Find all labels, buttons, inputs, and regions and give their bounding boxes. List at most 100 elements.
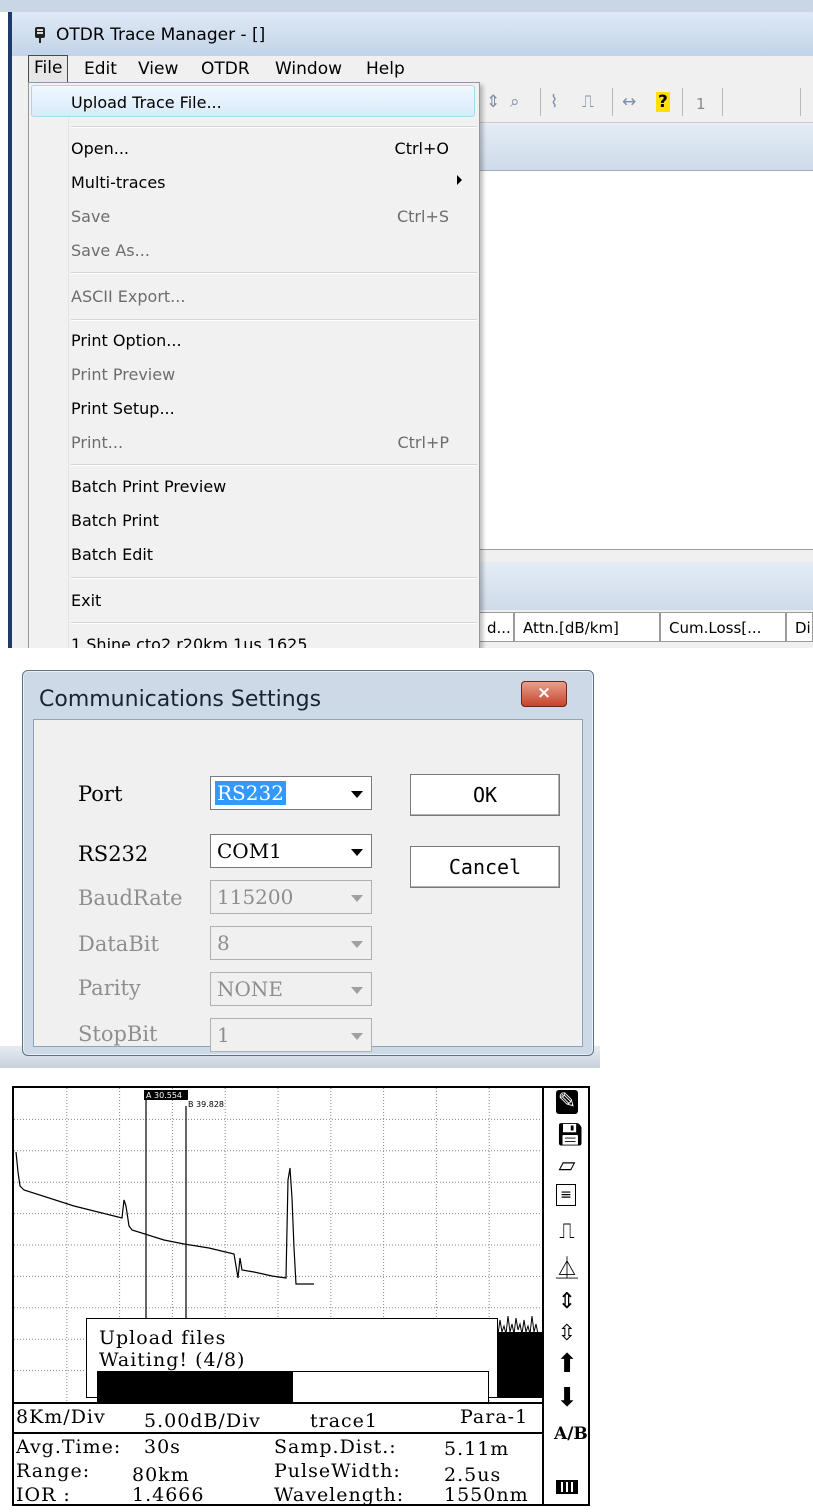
menu-separator (71, 577, 477, 579)
upload-status: Waiting! (4/8) (99, 1349, 246, 1371)
trace-manager-screenshot: OTDR Trace Manager - [] File Edit View O… (0, 0, 813, 648)
menu-separator (71, 126, 477, 128)
menu-item-open[interactable]: Open... (71, 139, 129, 158)
menu-item-ascii-export[interactable]: ASCII Export... (71, 287, 185, 306)
event-table-header (478, 562, 813, 610)
menu-gutter (29, 83, 69, 648)
arrow-down-icon[interactable]: ⬇ (556, 1385, 578, 1411)
file-menu: Upload Trace File... Open... Ctrl+O Mult… (28, 82, 480, 648)
pulse-compress-icon[interactable]: ⏅ (556, 1258, 578, 1282)
open-folder-icon[interactable]: ▱ (556, 1154, 578, 1178)
trace-pulse-icon[interactable]: ⎍ (582, 92, 594, 112)
trace-event-icon[interactable]: ⌇ (550, 92, 558, 112)
menu-help[interactable]: Help (362, 56, 409, 82)
menu-item-batch-print-preview[interactable]: Batch Print Preview (71, 477, 226, 496)
menu-item-batch-edit[interactable]: Batch Edit (71, 545, 153, 564)
rs232-select[interactable]: COM1 (210, 834, 372, 868)
noise-spikes (493, 1315, 539, 1335)
help-icon[interactable]: ? (656, 92, 670, 112)
trace-name: trace1 (310, 1410, 379, 1432)
otdr-device-screen: A 30.554 B 39.828 Upload files Waiting! … (0, 1084, 813, 1512)
parity-label: Parity (78, 976, 141, 1000)
page-number: 1 (696, 95, 706, 113)
port-value: RS232 (215, 781, 286, 805)
toolbar-separator (682, 88, 683, 116)
menu-item-save[interactable]: Save (71, 207, 110, 226)
communications-dialog: Communications Settings × Port RS232 RS2… (22, 670, 594, 1056)
chevron-down-icon[interactable] (345, 779, 369, 807)
menu-item-save-as[interactable]: Save As... (71, 241, 150, 260)
menu-item-upload-trace[interactable]: Upload Trace File... (71, 93, 222, 112)
avg-time-label: Avg.Time: (16, 1436, 122, 1458)
pulse-vertical-icon[interactable]: ⇕ (556, 1290, 578, 1314)
zoom-vertical-icon[interactable]: ⇕ (486, 92, 500, 112)
parity-select[interactable]: NONE (210, 972, 372, 1006)
menu-file[interactable]: File (28, 55, 69, 83)
menu-item-print-preview[interactable]: Print Preview (71, 365, 175, 384)
avg-time-value: 30s (144, 1436, 181, 1458)
arrow-up-icon[interactable]: ⬆ (556, 1351, 578, 1377)
range-value: 80km (132, 1464, 190, 1486)
column-header-dist[interactable]: Di (786, 612, 813, 642)
menu-item-recent-file[interactable]: 1 Shine cto2 r20km 1us 1625 (71, 635, 308, 648)
scale-y: 5.00dB/Div (144, 1410, 261, 1432)
menu-item-batch-print[interactable]: Batch Print (71, 511, 159, 530)
menu-view[interactable]: View (134, 56, 182, 82)
menu-item-print[interactable]: Print... (71, 433, 123, 452)
column-header[interactable]: d... (478, 612, 514, 642)
trace-window-header (478, 124, 813, 171)
samp-dist-value: 5.11m (444, 1438, 510, 1460)
menu-item-multi-traces[interactable]: Multi-traces (71, 173, 166, 192)
stopbit-select[interactable]: 1 (210, 1018, 372, 1052)
column-header-attn[interactable]: Attn.[dB/km] (514, 612, 660, 642)
pulse-expand-icon[interactable]: ⎍ (556, 1220, 578, 1244)
chevron-down-icon (345, 883, 369, 911)
menu-bar (12, 56, 813, 82)
column-header-cumloss[interactable]: Cum.Loss[... (660, 612, 786, 642)
menu-edit[interactable]: Edit (80, 56, 121, 82)
menu-item-print-option[interactable]: Print Option... (71, 331, 182, 350)
close-button[interactable]: × (521, 681, 567, 707)
toolbar-separator (612, 88, 613, 116)
databit-select[interactable]: 8 (210, 926, 372, 960)
stopbit-value: 1 (217, 1023, 230, 1047)
baudrate-select[interactable]: 115200 (210, 880, 372, 914)
upload-title: Upload files (99, 1327, 227, 1349)
save-icon[interactable]: 💾︎ (556, 1124, 584, 1148)
comm-settings-screenshot: Communications Settings × Port RS232 RS2… (0, 648, 813, 1084)
taskbar-strip (0, 0, 813, 12)
upload-list-icon[interactable]: ≡ (556, 1184, 576, 1206)
pulse-zoom-icon[interactable]: ⇳ (556, 1322, 578, 1346)
cancel-button[interactable]: Cancel (410, 846, 560, 888)
toolbar-separator (540, 88, 541, 116)
menu-item-print-setup[interactable]: Print Setup... (71, 399, 175, 418)
toolbar-separator (722, 88, 723, 116)
shortcut-print: Ctrl+P (397, 433, 449, 452)
ok-button[interactable]: OK (410, 774, 560, 816)
zoom-fit-icon[interactable]: ⌕ (510, 92, 520, 112)
marker-a-label: A 30.554 (146, 1091, 182, 1100)
ab-marker-icon[interactable]: A/B (554, 1424, 588, 1444)
menu-item-exit[interactable]: Exit (71, 591, 101, 610)
upload-popup: Upload files Waiting! (4/8) (86, 1318, 498, 1403)
chevron-down-icon[interactable] (345, 837, 369, 865)
toolbar (478, 84, 813, 123)
dialog-title: Communications Settings (39, 687, 322, 712)
wrench-icon[interactable]: ✎ (556, 1090, 578, 1114)
rs232-value: COM1 (217, 839, 282, 863)
port-select[interactable]: RS232 (210, 776, 372, 810)
status-divider (14, 1402, 542, 1404)
splitter[interactable] (478, 549, 813, 562)
wavelength-label: Wavelength: (274, 1484, 405, 1506)
menu-window[interactable]: Window (271, 56, 346, 82)
distance-icon[interactable]: ↔ (622, 92, 636, 112)
chevron-down-icon (345, 929, 369, 957)
app-icon (35, 27, 45, 43)
submenu-arrow-icon (457, 175, 462, 185)
menu-otdr[interactable]: OTDR (197, 56, 254, 82)
menu-separator (71, 272, 477, 274)
parity-value: NONE (217, 977, 283, 1001)
pulse-width-label: PulseWidth: (274, 1460, 401, 1482)
ior-value: 1.4666 (132, 1484, 205, 1506)
para-name: Para-1 (460, 1406, 529, 1428)
